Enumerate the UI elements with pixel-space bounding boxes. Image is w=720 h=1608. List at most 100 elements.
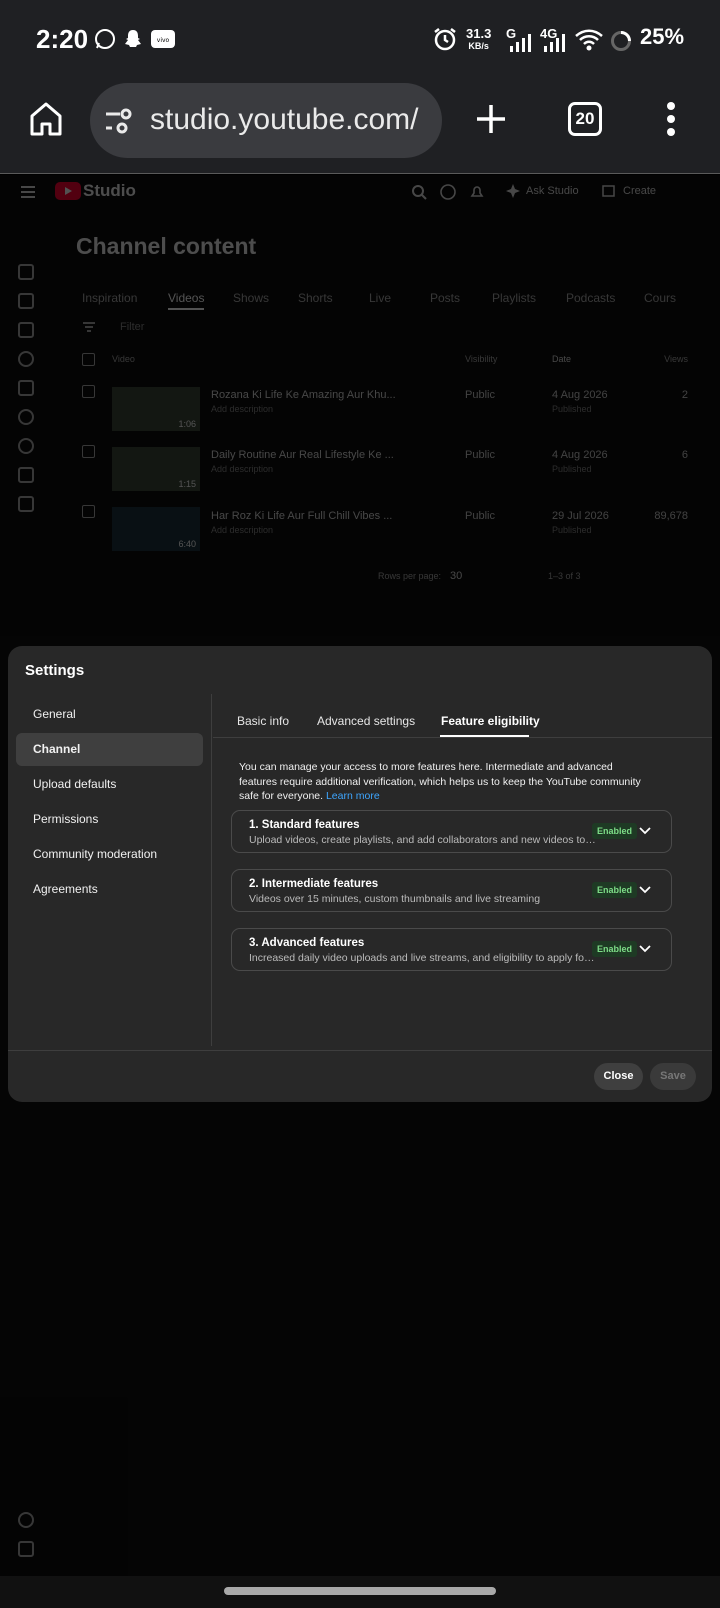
tab-live[interactable]: Live xyxy=(369,291,391,305)
audio-library-icon[interactable] xyxy=(18,496,34,512)
video-views: 89,678 xyxy=(654,510,688,522)
url-text[interactable]: studio.youtube.com/ xyxy=(150,103,430,137)
tab-inspiration[interactable]: Inspiration xyxy=(82,291,137,305)
copyright-icon[interactable] xyxy=(18,409,34,425)
chevron-down-icon[interactable] xyxy=(637,941,653,957)
feedback-icon[interactable] xyxy=(18,1541,34,1557)
address-bar[interactable]: studio.youtube.com/ xyxy=(90,83,442,158)
save-button[interactable]: Save xyxy=(650,1063,696,1090)
learn-more-link[interactable]: Learn more xyxy=(326,790,380,802)
settings-tabs: Basic info Advanced settings Feature eli… xyxy=(213,694,712,738)
earn-icon[interactable] xyxy=(18,438,34,454)
column-date[interactable]: Date xyxy=(552,354,571,364)
video-title[interactable]: Rozana Ki Life Ke Amazing Aur Khu... xyxy=(211,389,396,401)
svg-text:vivo: vivo xyxy=(157,37,170,44)
nav-item-agreements[interactable]: Agreements xyxy=(16,873,203,906)
tab-advanced-settings[interactable]: Advanced settings xyxy=(317,714,415,728)
video-description[interactable]: Add description xyxy=(211,404,273,414)
site-settings-icon[interactable] xyxy=(104,107,134,135)
publish-status: Published xyxy=(552,404,592,414)
browser-toolbar: studio.youtube.com/ 20 xyxy=(0,80,720,174)
battery-ring-icon xyxy=(611,31,631,51)
row-checkbox[interactable] xyxy=(82,385,95,398)
tab-posts[interactable]: Posts xyxy=(430,291,460,305)
dialog-footer-divider xyxy=(8,1050,712,1051)
community-icon[interactable] xyxy=(18,351,34,367)
feature-standard[interactable]: 1. Standard features Upload videos, crea… xyxy=(231,810,672,853)
tab-shorts[interactable]: Shorts xyxy=(298,291,333,305)
row-checkbox[interactable] xyxy=(82,445,95,458)
tab-basic-info[interactable]: Basic info xyxy=(237,714,289,728)
tab-feature-eligibility[interactable]: Feature eligibility xyxy=(441,714,540,728)
video-title[interactable]: Daily Routine Aur Real Lifestyle Ke ... xyxy=(211,449,394,461)
select-all-checkbox[interactable] xyxy=(82,353,95,366)
tab-shows[interactable]: Shows xyxy=(233,291,269,305)
more-menu-icon[interactable] xyxy=(666,100,676,138)
whatsapp-icon xyxy=(95,29,115,49)
create-video-icon xyxy=(602,185,615,197)
customization-icon[interactable] xyxy=(18,467,34,483)
hamburger-menu-icon[interactable] xyxy=(20,185,36,199)
create-button[interactable]: Create xyxy=(623,185,656,197)
video-views: 2 xyxy=(681,389,688,401)
visibility-status[interactable]: Public xyxy=(465,510,495,522)
close-button[interactable]: Close xyxy=(594,1063,643,1090)
analytics-icon[interactable] xyxy=(18,322,34,338)
subtitles-icon[interactable] xyxy=(18,380,34,396)
chevron-down-icon[interactable] xyxy=(637,882,653,898)
home-icon[interactable] xyxy=(28,100,64,138)
tab-podcasts[interactable]: Podcasts xyxy=(566,291,615,305)
nav-item-permissions[interactable]: Permissions xyxy=(16,803,203,836)
filter-icon[interactable] xyxy=(82,321,96,333)
video-thumbnail[interactable]: 1:15 xyxy=(112,447,200,491)
settings-dialog: Settings General Channel Upload defaults… xyxy=(8,646,712,1102)
video-date: 4 Aug 2026 xyxy=(552,389,608,401)
signal-icon-2 xyxy=(544,34,565,52)
active-tab-indicator xyxy=(168,308,204,310)
youtube-logo-icon[interactable] xyxy=(55,181,81,201)
rows-per-page-label: Rows per page: xyxy=(378,571,442,581)
video-title[interactable]: Har Roz Ki Life Aur Full Chill Vibes ... xyxy=(211,510,392,522)
help-icon[interactable] xyxy=(440,184,456,200)
visibility-status[interactable]: Public xyxy=(465,389,495,401)
row-checkbox[interactable] xyxy=(82,505,95,518)
gesture-home-bar[interactable] xyxy=(224,1587,496,1595)
nav-item-upload-defaults[interactable]: Upload defaults xyxy=(16,768,203,801)
video-views: 6 xyxy=(681,449,688,461)
content-icon[interactable] xyxy=(18,293,34,309)
tab-playlists[interactable]: Playlists xyxy=(492,291,536,305)
dashboard-icon[interactable] xyxy=(18,264,34,280)
video-description[interactable]: Add description xyxy=(211,464,273,474)
notifications-icon[interactable] xyxy=(469,184,485,200)
feature-advanced[interactable]: 3. Advanced features Increased daily vid… xyxy=(231,928,672,971)
chevron-down-icon[interactable] xyxy=(637,823,653,839)
video-description[interactable]: Add description xyxy=(211,525,273,535)
feature-description: Increased daily video uploads and live s… xyxy=(249,952,597,964)
column-views: Views xyxy=(664,354,688,364)
pagination-range: 1–3 of 3 xyxy=(548,571,581,581)
new-tab-icon[interactable] xyxy=(474,102,508,136)
tab-videos[interactable]: Videos xyxy=(168,291,204,305)
video-thumbnail[interactable]: 1:06 xyxy=(112,387,200,431)
video-date: 29 Jul 2026 xyxy=(552,510,609,522)
net-speed: 31.3 KB/s xyxy=(466,26,492,51)
tab-switcher-button[interactable]: 20 xyxy=(568,102,602,136)
wifi-icon xyxy=(575,29,603,51)
feature-intermediate[interactable]: 2. Intermediate features Videos over 15 … xyxy=(231,869,672,912)
feature-title: 2. Intermediate features xyxy=(249,878,379,890)
visibility-status[interactable]: Public xyxy=(465,449,495,461)
nav-item-community-moderation[interactable]: Community moderation xyxy=(16,838,203,871)
filter-input[interactable]: Filter xyxy=(120,321,144,333)
nav-item-general[interactable]: General xyxy=(16,698,203,731)
ask-studio-button[interactable]: Ask Studio xyxy=(526,185,579,197)
status-badge: Enabled xyxy=(592,823,638,839)
status-badge: Enabled xyxy=(592,941,638,957)
video-thumbnail[interactable]: 6:40 xyxy=(112,507,200,551)
page-title: Channel content xyxy=(76,233,257,259)
tab-courses[interactable]: Cours xyxy=(644,291,676,305)
search-icon[interactable] xyxy=(411,184,427,200)
rows-per-page-select[interactable]: 30 xyxy=(450,570,462,582)
column-video: Video xyxy=(112,354,135,364)
nav-item-channel[interactable]: Channel xyxy=(16,733,203,766)
settings-gear-icon[interactable] xyxy=(18,1512,34,1528)
